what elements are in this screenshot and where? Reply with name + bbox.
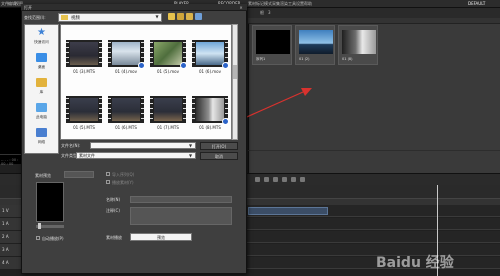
file-item[interactable]: 01 (3).MTS	[66, 40, 102, 76]
video-thumbnail	[66, 40, 102, 67]
quicktime-icon	[222, 118, 229, 125]
look-in-select[interactable]: 视频 ▼	[58, 13, 162, 22]
preview-timecode	[64, 171, 94, 178]
place-quick-access[interactable]: ★ 快速访问	[25, 25, 58, 49]
up-folder-icon[interactable]	[177, 13, 184, 20]
comment-input[interactable]	[130, 207, 232, 225]
name-input[interactable]	[130, 196, 232, 203]
look-in-value: 视频	[71, 16, 80, 21]
track-label: 1 A	[2, 221, 9, 226]
mark-in-icon[interactable]	[282, 177, 287, 182]
file-item[interactable]: 01 (5).MTS	[66, 96, 102, 132]
file-name: 01 (4).mov	[114, 69, 137, 74]
autoplay-checkbox[interactable]	[36, 236, 40, 240]
file-name: 01 (6).MTS	[115, 125, 137, 130]
track-label: 3 A	[2, 247, 9, 252]
library-icon	[36, 78, 47, 87]
mode-icon[interactable]	[255, 177, 260, 182]
file-item[interactable]: 01 (6).MTS	[108, 96, 144, 132]
file-item[interactable]: 01 (8).MTS	[192, 96, 229, 132]
file-name: 01 (8).MTS	[199, 125, 221, 130]
desktop-icon	[36, 53, 47, 62]
chevron-down-icon[interactable]: ▼	[189, 143, 192, 148]
duration-label: 素材播放	[106, 235, 122, 240]
duration-input[interactable]: 预览	[130, 233, 192, 241]
baidu-watermark: Baidu 经验	[376, 255, 454, 271]
filename-input[interactable]	[90, 142, 196, 149]
playclip-checkbox[interactable]	[106, 180, 110, 184]
network-icon	[36, 128, 47, 137]
place-label: 桌面	[37, 65, 46, 69]
places-sidebar: ★ 快速访问 桌面 库 此电脑 网络	[24, 24, 59, 154]
chevron-down-icon[interactable]: ▼	[154, 14, 160, 21]
close-icon[interactable]: ✕	[238, 5, 244, 10]
playclip-label: 播放素材(Y)	[112, 180, 134, 185]
preview-area	[36, 182, 64, 222]
folder-icon	[61, 15, 68, 20]
file-item[interactable]: 01 (6).mov	[192, 40, 229, 76]
file-item[interactable]: 01 (7).MTS	[150, 96, 186, 132]
comment-label: 注释(C)	[106, 208, 120, 213]
quicktime-icon	[138, 62, 145, 69]
computer-icon	[36, 103, 47, 112]
new-folder-icon[interactable]	[186, 13, 193, 20]
place-label: 库	[39, 90, 44, 94]
place-label: 网络	[37, 140, 46, 144]
file-name: 01 (6).mov	[198, 69, 221, 74]
star-icon: ★	[37, 27, 46, 38]
back-icon[interactable]	[168, 13, 175, 20]
place-this-pc[interactable]: 此电脑	[25, 100, 58, 124]
file-item[interactable]: 01 (4).mov	[108, 40, 145, 76]
file-list: 01 (3).MTS 01 (4).mov 01 (5).mov 01 (6).…	[60, 24, 232, 140]
track-header[interactable]: 1 A	[0, 218, 22, 230]
preview-label: 素材预览	[35, 173, 51, 178]
track-label: 4 A	[2, 260, 9, 265]
open-button[interactable]: 打开(O)	[200, 142, 238, 150]
file-item[interactable]: 01 (5).mov	[150, 40, 187, 76]
file-list-scrollbar[interactable]	[232, 24, 238, 140]
track-header[interactable]: 1 V	[0, 205, 22, 217]
dialog-titlebar[interactable]: 打开 ✕	[21, 4, 247, 11]
file-name: 01 (3).MTS	[73, 69, 95, 74]
track-label: 1 V	[2, 208, 9, 213]
video-thumbnail	[150, 96, 186, 123]
video-thumbnail	[108, 96, 144, 123]
name-label: 名称(N)	[106, 197, 121, 202]
place-desktop[interactable]: 桌面	[25, 50, 58, 74]
split-icon[interactable]	[273, 177, 278, 182]
timeline-clip[interactable]	[248, 207, 328, 215]
sequence-checkbox[interactable]	[106, 172, 110, 176]
dialog-title: 打开	[24, 5, 32, 10]
file-name: 01 (7).MTS	[157, 125, 179, 130]
track-label: 2 A	[2, 234, 9, 239]
place-label: 此电脑	[35, 115, 48, 119]
scrollbar-thumb[interactable]	[233, 65, 237, 79]
track-header[interactable]: 4 A	[0, 257, 22, 269]
tool-icon[interactable]	[300, 177, 305, 182]
video-thumbnail	[66, 96, 102, 123]
filename-label: 文件名(N):	[61, 143, 81, 148]
filetype-value: 素材文件	[79, 153, 95, 158]
sequence-label: 导入序列(Q)	[112, 172, 135, 177]
quicktime-icon	[222, 62, 229, 69]
place-network[interactable]: 网络	[25, 125, 58, 149]
file-name: 01 (5).mov	[156, 69, 179, 74]
autoplay-label: 自动播放(P)	[42, 236, 64, 241]
filetype-select[interactable]: 素材文件	[76, 152, 196, 159]
app-window: 文件 编辑 视图 素材 标记 模式 采集 渲染 工具 设置 帮助 PLAYER …	[0, 0, 500, 276]
track-header[interactable]: 2 A	[0, 231, 22, 243]
place-label: 快速访问	[34, 40, 49, 44]
look-in-label: 查找范围(I):	[24, 15, 46, 20]
track-header[interactable]: 3 A	[0, 244, 22, 256]
file-name: 01 (5).MTS	[73, 125, 95, 130]
preview-slider-handle[interactable]	[38, 223, 41, 229]
view-menu-icon[interactable]	[195, 13, 202, 20]
cancel-button[interactable]: 取消	[200, 152, 238, 160]
microphone-icon[interactable]	[264, 177, 269, 182]
quicktime-icon	[180, 62, 187, 69]
mark-out-icon[interactable]	[291, 177, 296, 182]
place-library[interactable]: 库	[25, 75, 58, 99]
chevron-down-icon[interactable]: ▼	[189, 153, 192, 158]
